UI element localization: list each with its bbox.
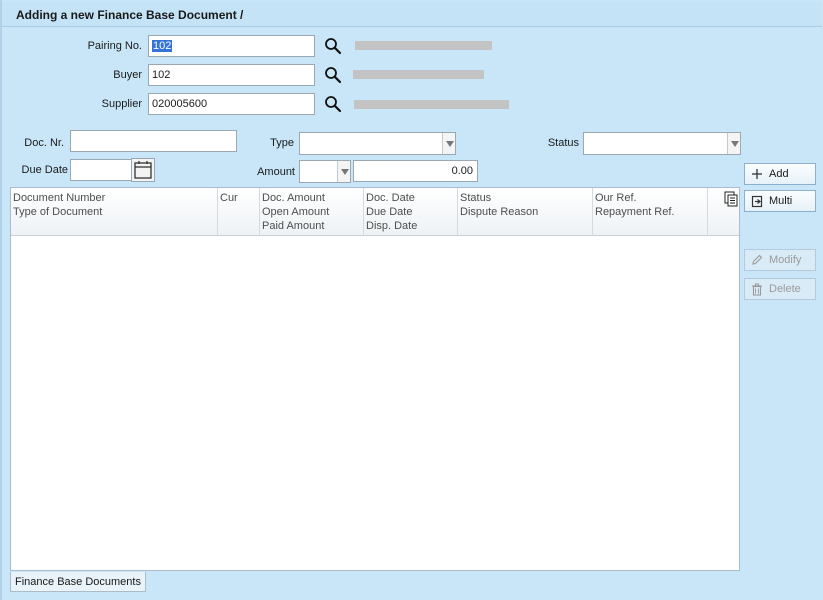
- pairing-search-icon[interactable]: [324, 37, 342, 55]
- supplier-input[interactable]: 020005600: [148, 93, 315, 115]
- column-label: Document Number: [13, 192, 106, 204]
- type-label: Type: [270, 137, 294, 149]
- modify-button-label: Modify: [769, 254, 802, 266]
- column-label: Due Date: [366, 206, 413, 218]
- column-status[interactable]: Status Dispute Reason: [458, 188, 593, 236]
- due-date-label: Due Date: [21, 164, 68, 176]
- column-label: Open Amount: [262, 206, 330, 218]
- multi-button-label: Multi: [769, 195, 793, 207]
- column-label: Cur: [220, 192, 238, 204]
- document-list-icon[interactable]: [724, 191, 738, 207]
- doc-nr-label: Doc. Nr.: [24, 137, 64, 149]
- supplier-label: Supplier: [101, 98, 142, 110]
- amount-label: Amount: [257, 166, 295, 178]
- window-title: Adding a new Finance Base Document /: [2, 2, 822, 27]
- amount-currency-select[interactable]: [299, 160, 351, 183]
- buyer-search-icon[interactable]: [324, 66, 342, 84]
- column-label: Doc. Date: [366, 192, 415, 204]
- column-label: Repayment Ref.: [595, 206, 675, 218]
- pairing-label: Pairing No.: [87, 40, 142, 52]
- amount-input[interactable]: 0.00: [353, 160, 478, 182]
- supplier-search-icon[interactable]: [324, 95, 342, 113]
- supplier-redacted-name: [354, 100, 509, 109]
- column-label: Type of Document: [13, 206, 103, 218]
- trash-icon: [752, 283, 762, 296]
- due-date-input[interactable]: [70, 159, 132, 181]
- window-left-edge: [0, 0, 2, 600]
- amount-currency-dropdown-arrow-icon[interactable]: [337, 161, 350, 182]
- column-label: Doc. Amount: [262, 192, 325, 204]
- status-select[interactable]: [583, 132, 741, 155]
- buyer-input[interactable]: 102: [148, 64, 315, 86]
- column-doc-date[interactable]: Doc. Date Due Date Disp. Date: [364, 188, 458, 236]
- column-our-ref[interactable]: Our Ref. Repayment Ref.: [593, 188, 708, 236]
- modify-button[interactable]: Modify: [744, 249, 816, 271]
- calendar-icon: [134, 161, 152, 179]
- tab-finance-base-documents[interactable]: Finance Base Documents: [10, 572, 146, 592]
- column-label: Status: [460, 192, 492, 204]
- buyer-label: Buyer: [113, 69, 142, 81]
- status-label: Status: [547, 137, 579, 149]
- column-cur[interactable]: Cur: [218, 188, 260, 236]
- plus-icon: [752, 169, 762, 179]
- table-header: Document Number Type of Document Cur Doc…: [11, 188, 739, 236]
- delete-button-label: Delete: [769, 283, 801, 295]
- delete-button[interactable]: Delete: [744, 278, 816, 300]
- column-doc-amount[interactable]: Doc. Amount Open Amount Paid Amount: [260, 188, 364, 236]
- column-document-number[interactable]: Document Number Type of Document: [11, 188, 218, 236]
- type-dropdown-arrow-icon[interactable]: [442, 133, 455, 154]
- column-label: Paid Amount: [262, 220, 325, 232]
- pencil-icon: [752, 254, 763, 265]
- multi-button[interactable]: Multi: [744, 190, 816, 212]
- pairing-redacted-name: [355, 41, 492, 50]
- column-label: Our Ref.: [595, 192, 637, 204]
- documents-table[interactable]: Document Number Type of Document Cur Doc…: [10, 187, 740, 571]
- add-button[interactable]: Add: [744, 163, 816, 185]
- buyer-redacted-name: [353, 70, 484, 79]
- column-label: Disp. Date: [366, 220, 418, 232]
- doc-nr-input[interactable]: [70, 130, 237, 152]
- column-label: Dispute Reason: [460, 206, 539, 218]
- pairing-input[interactable]: 102: [148, 35, 315, 57]
- type-select[interactable]: [299, 132, 456, 155]
- due-date-calendar-button[interactable]: [131, 158, 155, 182]
- status-dropdown-arrow-icon[interactable]: [727, 133, 740, 154]
- multi-icon: [751, 195, 763, 207]
- add-button-label: Add: [769, 168, 789, 180]
- pairing-value: 102: [152, 40, 173, 52]
